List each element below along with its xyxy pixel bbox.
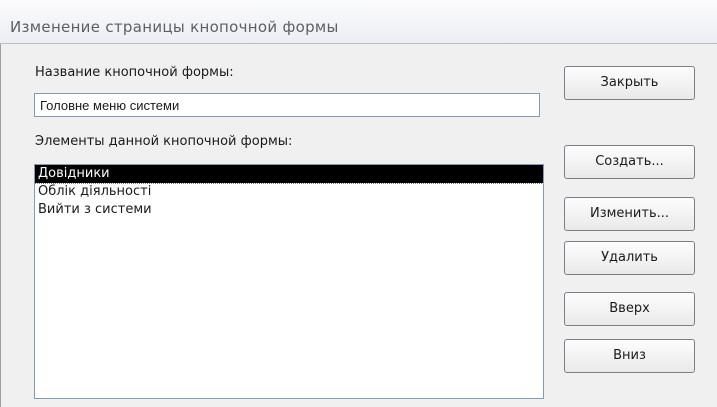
switchboard-items-label: Элементы данной кнопочной формы:	[35, 134, 293, 149]
list-item[interactable]: Облік діяльності	[35, 183, 543, 201]
switchboard-page-dialog: Изменение страницы кнопочной формы Назва…	[0, 0, 717, 407]
switchboard-items-list[interactable]: Довідники Облік діяльності Вийти з систе…	[34, 164, 544, 399]
dialog-title: Изменение страницы кнопочной формы	[10, 18, 339, 36]
list-item[interactable]: Довідники	[35, 165, 543, 184]
dialog-title-bar[interactable]: Изменение страницы кнопочной формы	[0, 0, 717, 44]
delete-button[interactable]: Удалить	[564, 241, 695, 275]
edit-button[interactable]: Изменить...	[564, 197, 695, 231]
move-up-button[interactable]: Вверх	[564, 292, 695, 326]
create-button[interactable]: Создать...	[564, 145, 695, 179]
dialog-body: Название кнопочной формы: Элементы данно…	[0, 44, 717, 407]
close-button[interactable]: Закрыть	[564, 66, 695, 100]
switchboard-name-input[interactable]	[34, 93, 540, 117]
switchboard-name-label: Название кнопочной формы:	[35, 65, 234, 80]
move-down-button[interactable]: Вниз	[564, 339, 695, 373]
list-item[interactable]: Вийти з системи	[35, 201, 543, 219]
